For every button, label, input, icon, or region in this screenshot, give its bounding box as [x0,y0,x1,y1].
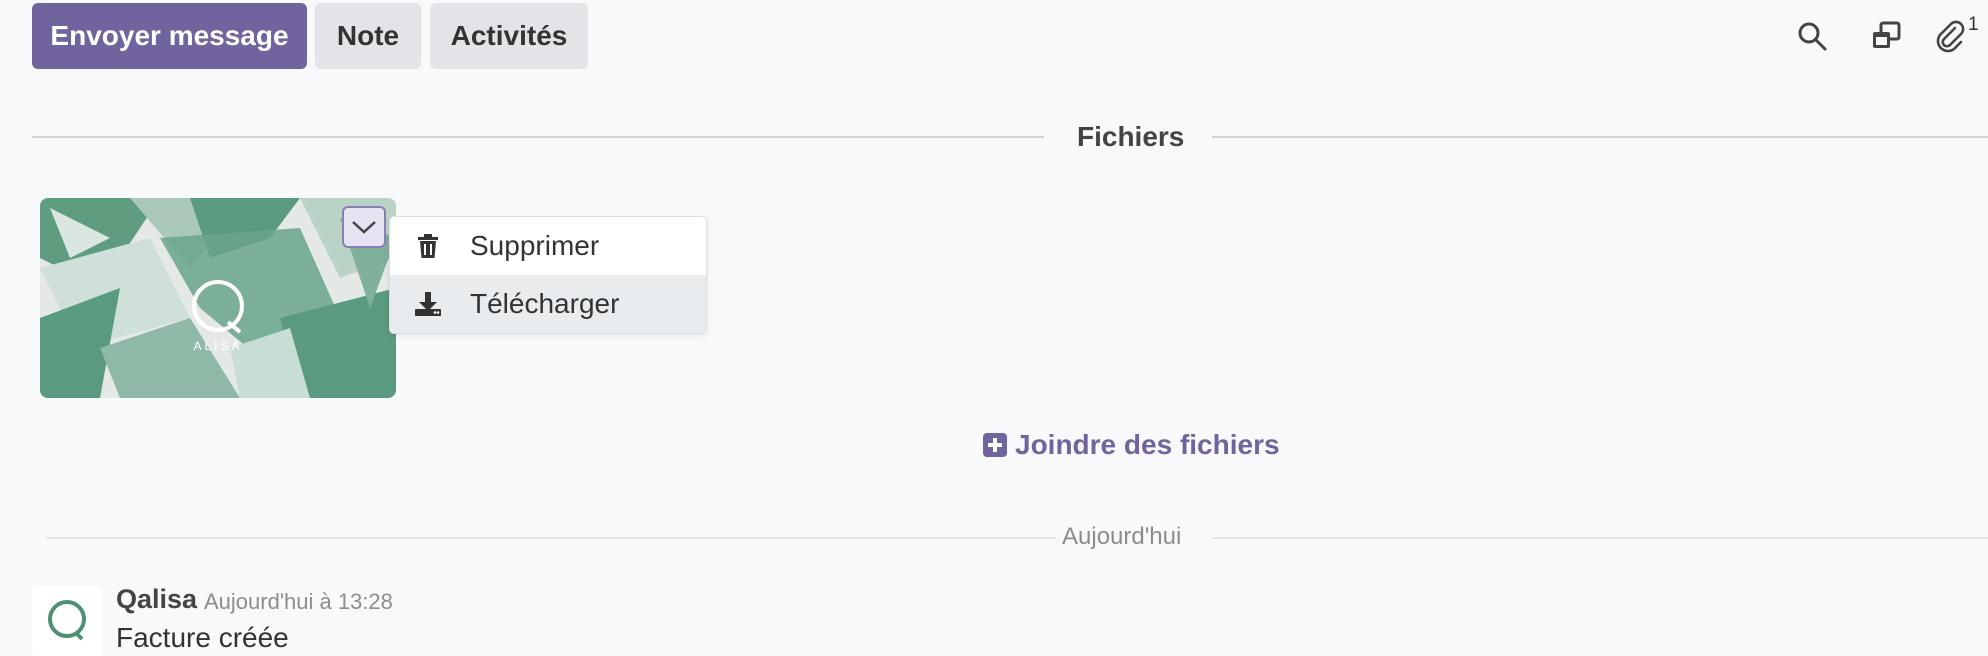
attachment-dropdown-menu: Supprimer Télécharger [389,216,707,334]
chevron-down-icon [352,221,376,234]
message-date: Aujourd'hui à 13:28 [204,589,393,614]
separator-line [1212,136,1988,138]
menu-item-label: Télécharger [470,288,620,319]
attach-files-label: Joindre des fichiers [1015,429,1280,460]
search-icon[interactable] [1792,16,1832,56]
menu-item-label: Supprimer [470,230,600,261]
attachment-count: 1 [1968,14,1979,35]
attach-files-link[interactable]: Joindre des fichiers [983,429,1280,461]
download-icon [412,288,444,320]
paperclip-icon[interactable] [1930,16,1970,56]
avatar[interactable] [32,586,102,656]
files-section-title: Fichiers [1077,121,1185,152]
trash-icon [412,230,444,262]
activities-button[interactable]: Activités [430,3,588,69]
day-separator-label: Aujourd'hui [1062,523,1182,550]
message-author[interactable]: Qalisa [116,584,197,615]
day-separator-line [46,537,1056,539]
day-separator-line [1212,537,1988,539]
separator-line [32,136,1044,138]
thumbnail-logo-text: ALISA [193,339,242,353]
menu-item-download[interactable]: Télécharger [390,275,706,333]
attachment-menu-toggle[interactable] [342,206,386,248]
window-icon[interactable] [1866,16,1906,56]
plus-square-icon [983,433,1007,457]
log-note-button[interactable]: Note [315,3,421,69]
send-message-button[interactable]: Envoyer message [32,3,307,69]
message-body: Facture créée [116,622,289,653]
menu-item-delete[interactable]: Supprimer [390,217,706,275]
qalisa-logo-icon [48,600,86,641]
